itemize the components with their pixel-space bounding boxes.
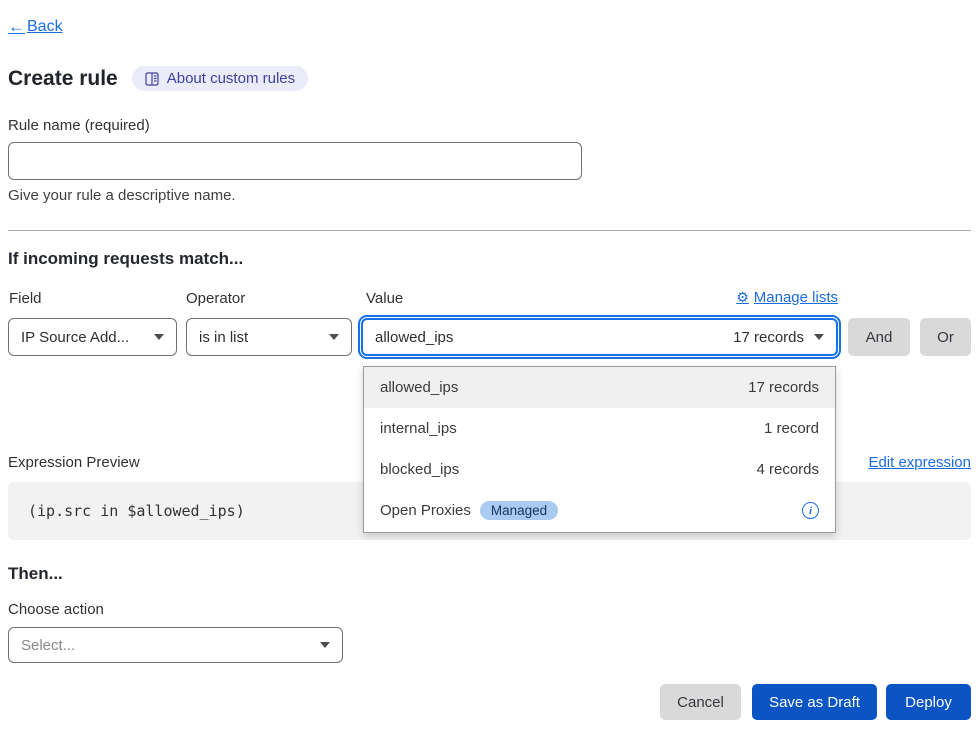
- operator-select[interactable]: is in list: [186, 318, 352, 356]
- value-select[interactable]: allowed_ips 17 records: [361, 318, 838, 356]
- expression-preview-label: Expression Preview: [8, 454, 140, 471]
- back-link[interactable]: ← Back: [8, 17, 63, 37]
- list-option-count: 17 records: [748, 379, 819, 396]
- rule-name-input[interactable]: [8, 142, 582, 180]
- info-icon[interactable]: i: [802, 502, 819, 519]
- gear-icon: ⚙: [736, 289, 749, 306]
- about-custom-rules-link[interactable]: About custom rules: [132, 66, 308, 91]
- page-title: Create rule: [8, 67, 118, 91]
- manage-lists-link[interactable]: ⚙ Manage lists: [736, 289, 838, 306]
- list-option-allowed-ips[interactable]: allowed_ips 17 records: [364, 367, 835, 408]
- and-button[interactable]: And: [848, 318, 910, 356]
- save-as-draft-button[interactable]: Save as Draft: [752, 684, 877, 720]
- title-row: Create rule About custom rules: [8, 66, 308, 91]
- match-section-heading: If incoming requests match...: [8, 249, 243, 269]
- field-select[interactable]: IP Source Add...: [8, 318, 177, 356]
- rule-name-helper-text: Give your rule a descriptive name.: [8, 187, 236, 204]
- choose-action-label: Choose action: [8, 601, 104, 618]
- create-rule-page: ← Back Create rule About custom rules Ru…: [0, 0, 979, 739]
- back-arrow-icon: ←: [8, 17, 25, 37]
- list-option-name: allowed_ips: [380, 379, 458, 396]
- field-label: Field: [9, 290, 42, 307]
- action-select-placeholder: Select...: [21, 637, 75, 654]
- list-option-blocked-ips[interactable]: blocked_ips 4 records: [364, 449, 835, 490]
- about-badge-label: About custom rules: [167, 70, 295, 87]
- cancel-button[interactable]: Cancel: [660, 684, 741, 720]
- list-option-open-proxies[interactable]: Open Proxies Managed i: [364, 490, 835, 531]
- chevron-down-icon: [329, 334, 339, 340]
- then-section-heading: Then...: [8, 564, 63, 584]
- list-option-name: internal_ips: [380, 420, 457, 437]
- chevron-down-icon: [154, 334, 164, 340]
- action-select[interactable]: Select...: [8, 627, 343, 663]
- list-option-count: 1 record: [764, 420, 819, 437]
- operator-label: Operator: [186, 290, 245, 307]
- chevron-down-icon: [320, 642, 330, 648]
- list-option-internal-ips[interactable]: internal_ips 1 record: [364, 408, 835, 449]
- value-select-name: allowed_ips: [375, 329, 453, 346]
- list-option-name: blocked_ips: [380, 461, 459, 478]
- deploy-button[interactable]: Deploy: [886, 684, 971, 720]
- book-icon: [145, 72, 160, 86]
- rule-name-label: Rule name (required): [8, 117, 150, 134]
- manage-lists-label: Manage lists: [754, 289, 838, 306]
- value-select-count: 17 records: [733, 329, 804, 346]
- or-button[interactable]: Or: [920, 318, 971, 356]
- section-divider: [8, 230, 971, 231]
- field-select-value: IP Source Add...: [21, 329, 129, 346]
- list-option-count: 4 records: [756, 461, 819, 478]
- list-option-name: Open Proxies: [380, 502, 471, 519]
- edit-expression-link[interactable]: Edit expression: [868, 454, 971, 471]
- managed-badge: Managed: [480, 501, 558, 520]
- list-dropdown-panel: allowed_ips 17 records internal_ips 1 re…: [363, 366, 836, 533]
- expression-code-text: (ip.src in $allowed_ips): [28, 502, 245, 520]
- back-link-label: Back: [27, 18, 63, 36]
- chevron-down-icon: [814, 334, 824, 340]
- value-label: Value: [366, 290, 403, 307]
- operator-select-value: is in list: [199, 329, 248, 346]
